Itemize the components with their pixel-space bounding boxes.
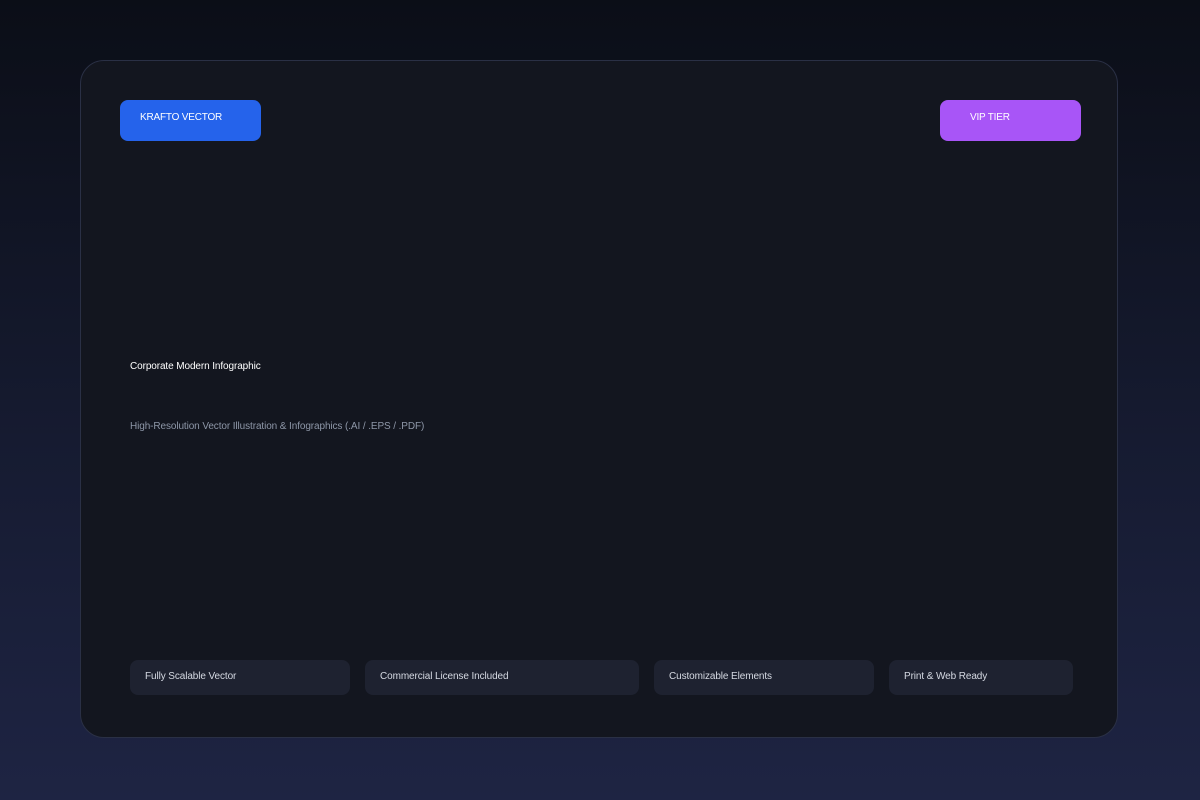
product-subtitle: High-Resolution Vector Illustration & In… <box>130 421 425 432</box>
feature-chip-print-web: Print & Web Ready <box>889 660 1073 695</box>
feature-chip-scalable: Fully Scalable Vector <box>130 660 350 695</box>
product-card: KRAFTO VECTOR VIP TIER Corporate Modern … <box>80 60 1118 738</box>
feature-chip-customizable: Customizable Elements <box>654 660 874 695</box>
product-title: Corporate Modern Infographic <box>130 361 261 372</box>
brand-badge: KRAFTO VECTOR <box>120 100 261 141</box>
feature-chip-license: Commercial License Included <box>365 660 639 695</box>
tier-badge: VIP TIER <box>940 100 1081 141</box>
